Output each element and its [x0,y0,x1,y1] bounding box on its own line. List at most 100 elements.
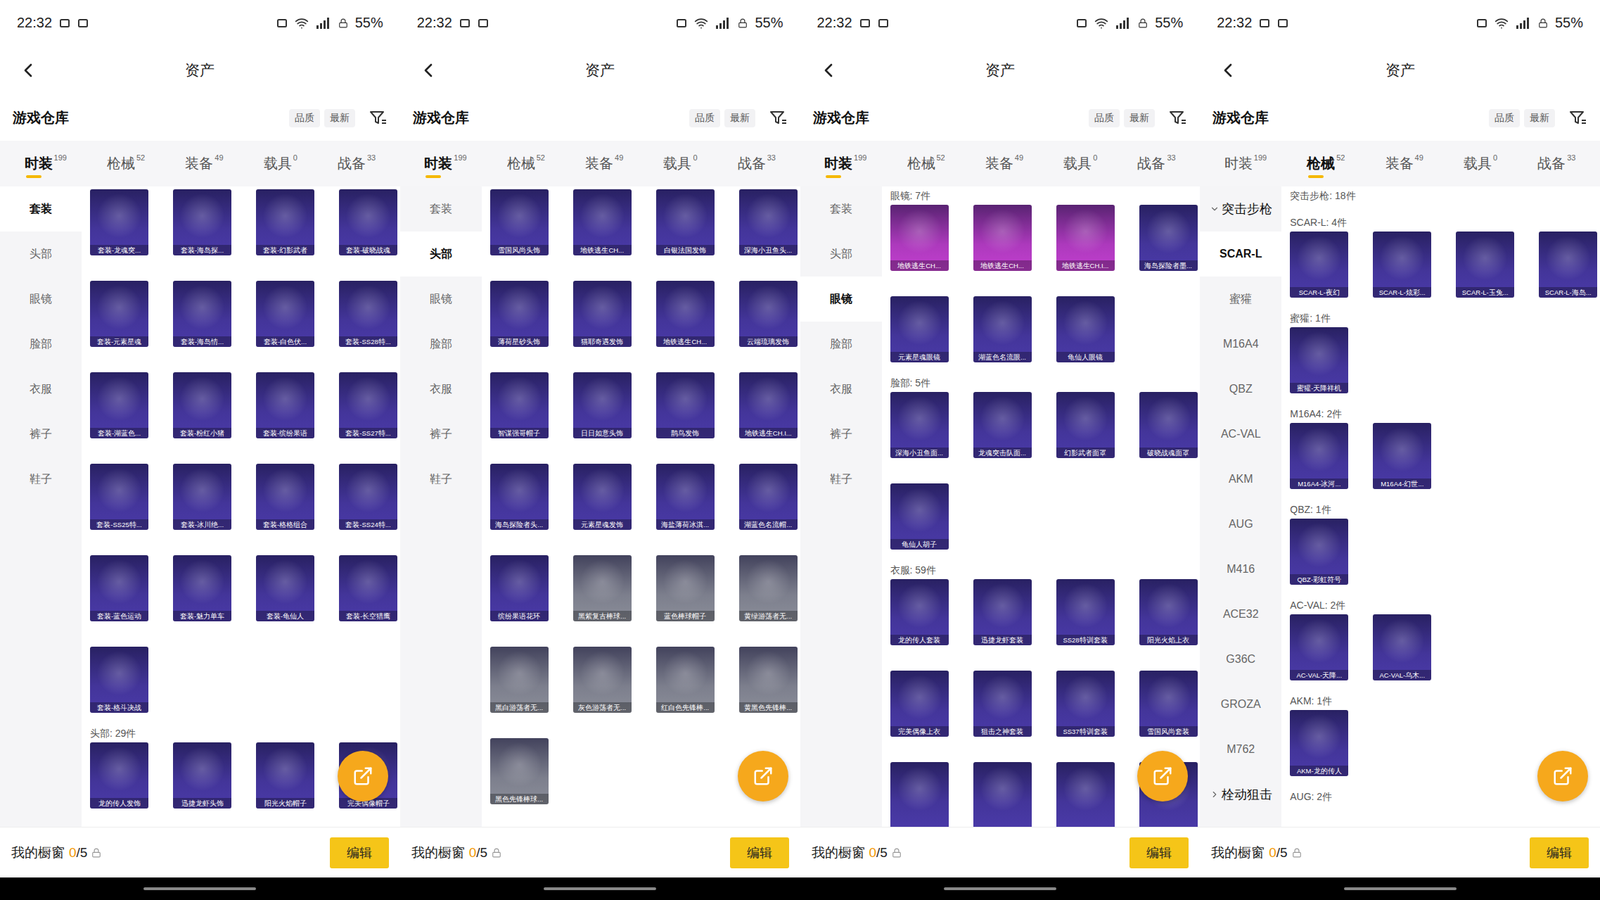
item-card[interactable]: 猫耶奇遇发饰 [573,280,632,347]
item-card[interactable] [1056,761,1115,827]
item-card[interactable]: 破晓战魂面罩 [1139,391,1198,458]
item-card[interactable]: 套装-粉红小猪 [173,372,232,439]
item-card[interactable]: 蓝色棒球帽子 [656,554,715,622]
item-card[interactable]: 深海小丑鱼面... [890,391,949,458]
category-tab[interactable]: 装备49 [180,140,228,187]
item-card[interactable]: 阳光火焰帽子 [256,741,315,809]
category-tab[interactable]: 载具0 [1459,140,1502,187]
item-card[interactable]: 黄黑色先锋棒... [739,646,798,713]
sort-button[interactable]: 最新 [724,109,756,128]
sidebar-item[interactable]: ACE32 [1199,591,1282,637]
item-card[interactable]: 黑白游荡者无... [490,646,549,713]
sidebar-item[interactable]: 鞋子 [400,456,482,502]
sidebar-item[interactable]: 眼镜 [0,276,82,322]
sidebar-item[interactable]: 眼镜 [800,276,882,322]
sidebar-item[interactable]: 裤子 [800,411,882,457]
sort-button[interactable]: 品质 [1488,109,1520,128]
category-tab[interactable]: 战备33 [733,140,780,187]
sidebar-item[interactable]: M416 [1199,546,1282,592]
item-card[interactable]: 阳光火焰上衣 [1139,578,1198,645]
category-tab[interactable]: 时装199 [20,140,72,187]
category-tab[interactable]: 时装199 [1220,140,1271,187]
item-card[interactable]: 鹊鸟发饰 [656,372,715,439]
home-handle[interactable] [143,886,256,890]
filter-button[interactable] [1569,109,1588,127]
item-card[interactable]: 套装-元素星魂 [90,280,149,347]
item-card[interactable]: 海岛探险者头... [490,463,549,530]
home-handle[interactable] [543,886,657,890]
item-card[interactable]: 雪国风尚套装 [1139,670,1198,737]
sidebar-item[interactable]: 裤子 [400,411,482,457]
item-card[interactable]: 地铁逃生CH.I... [739,372,798,439]
sidebar-item[interactable]: 套装 [0,186,82,232]
item-card[interactable]: SCAR-L-夜幻 [1289,231,1349,298]
sidebar-item[interactable]: 脸部 [0,321,82,367]
item-card[interactable]: 套装-冰川绝... [173,463,232,530]
item-card[interactable]: 龟仙人眼镜 [1056,296,1115,363]
item-card[interactable]: 套装-SS25特... [90,463,149,530]
category-tab[interactable]: 装备49 [1381,140,1428,187]
sidebar-item[interactable]: 蜜獾 [1199,276,1282,322]
item-card[interactable]: 套装-格格组合 [256,463,315,530]
item-card[interactable]: 龙魂突击队面... [973,391,1032,458]
back-button[interactable] [1206,59,1250,82]
share-button[interactable] [1537,750,1589,802]
sort-button[interactable]: 品质 [1088,109,1120,128]
sidebar-item[interactable]: 头部 [0,231,82,277]
category-tab[interactable]: 枪械52 [502,140,550,187]
item-card[interactable]: 地铁逃生CH... [973,204,1032,271]
back-button[interactable] [407,59,450,82]
share-button[interactable] [737,750,789,802]
item-card[interactable] [973,761,1032,827]
item-card[interactable]: 套装-海岛探... [173,189,232,256]
sidebar-item[interactable]: 脸部 [400,321,482,367]
sort-button[interactable]: 最新 [1123,109,1155,128]
share-button[interactable] [337,750,389,802]
home-handle[interactable] [943,886,1057,890]
item-card[interactable]: 地铁逃生CH... [890,204,949,271]
category-tab[interactable]: 时装199 [419,140,471,187]
item-card[interactable]: 套装-白色伏... [256,280,315,347]
item-card[interactable]: 龙的传人套装 [890,578,949,645]
item-card[interactable]: QBZ-彩虹符号 [1289,518,1349,585]
item-card[interactable]: 海岛探险者墨... [1139,204,1198,271]
sidebar-group[interactable]: 突击步枪 [1199,186,1282,232]
item-card[interactable]: 完美偶像上衣 [890,670,949,737]
item-card[interactable]: 灰色游荡者无... [573,646,632,713]
item-card[interactable]: 套装-SS24特... [338,463,398,530]
item-card[interactable]: AKM-龙的传人 [1289,709,1349,776]
category-tab[interactable]: 载具0 [259,140,302,187]
sidebar-item[interactable]: AC-VAL [1199,411,1282,457]
item-card[interactable]: 套装-海岛情... [173,280,232,347]
sidebar-item[interactable]: 鞋子 [0,456,82,502]
item-card[interactable]: 红白色先锋棒... [656,646,715,713]
item-card[interactable]: 迅捷龙虾套装 [973,578,1032,645]
item-card[interactable]: 地铁逃生CH... [656,280,715,347]
item-card[interactable]: 薄荷星砂头饰 [490,280,549,347]
sidebar-item[interactable]: 头部 [400,231,482,277]
item-card[interactable]: 湖蓝色名流眼... [973,296,1032,363]
category-tab[interactable]: 装备49 [981,140,1028,187]
item-card[interactable]: 套装-龟仙人 [256,554,315,622]
sort-button[interactable]: 品质 [289,109,320,128]
item-card[interactable]: 缤纷果语花环 [490,554,549,622]
sort-button[interactable]: 品质 [689,109,721,128]
item-card[interactable]: 深海小丑鱼头... [739,189,798,256]
sidebar-item[interactable]: 衣服 [0,366,82,412]
item-card[interactable]: M16A4-幻世... [1372,422,1432,489]
item-card[interactable]: SCAR-L-炫彩... [1372,231,1432,298]
sidebar-item[interactable]: 脸部 [800,321,882,367]
sidebar-item[interactable]: 衣服 [800,366,882,412]
sidebar-item[interactable]: M762 [1199,726,1282,772]
item-card[interactable]: 龙的传人发饰 [90,741,149,809]
item-card[interactable]: 日日如意头饰 [573,372,632,439]
item-card[interactable]: 套装-长空猎鹰 [338,554,398,622]
sidebar-item[interactable]: 套装 [800,186,882,232]
item-card[interactable]: AC-VAL-天降... [1289,613,1349,681]
sidebar-item[interactable]: QBZ [1199,366,1282,412]
sidebar-item[interactable]: 眼镜 [400,276,482,322]
item-card[interactable] [890,761,949,827]
category-tab[interactable]: 时装199 [820,140,871,187]
sidebar-item[interactable]: 裤子 [0,411,82,457]
share-button[interactable] [1137,750,1188,802]
